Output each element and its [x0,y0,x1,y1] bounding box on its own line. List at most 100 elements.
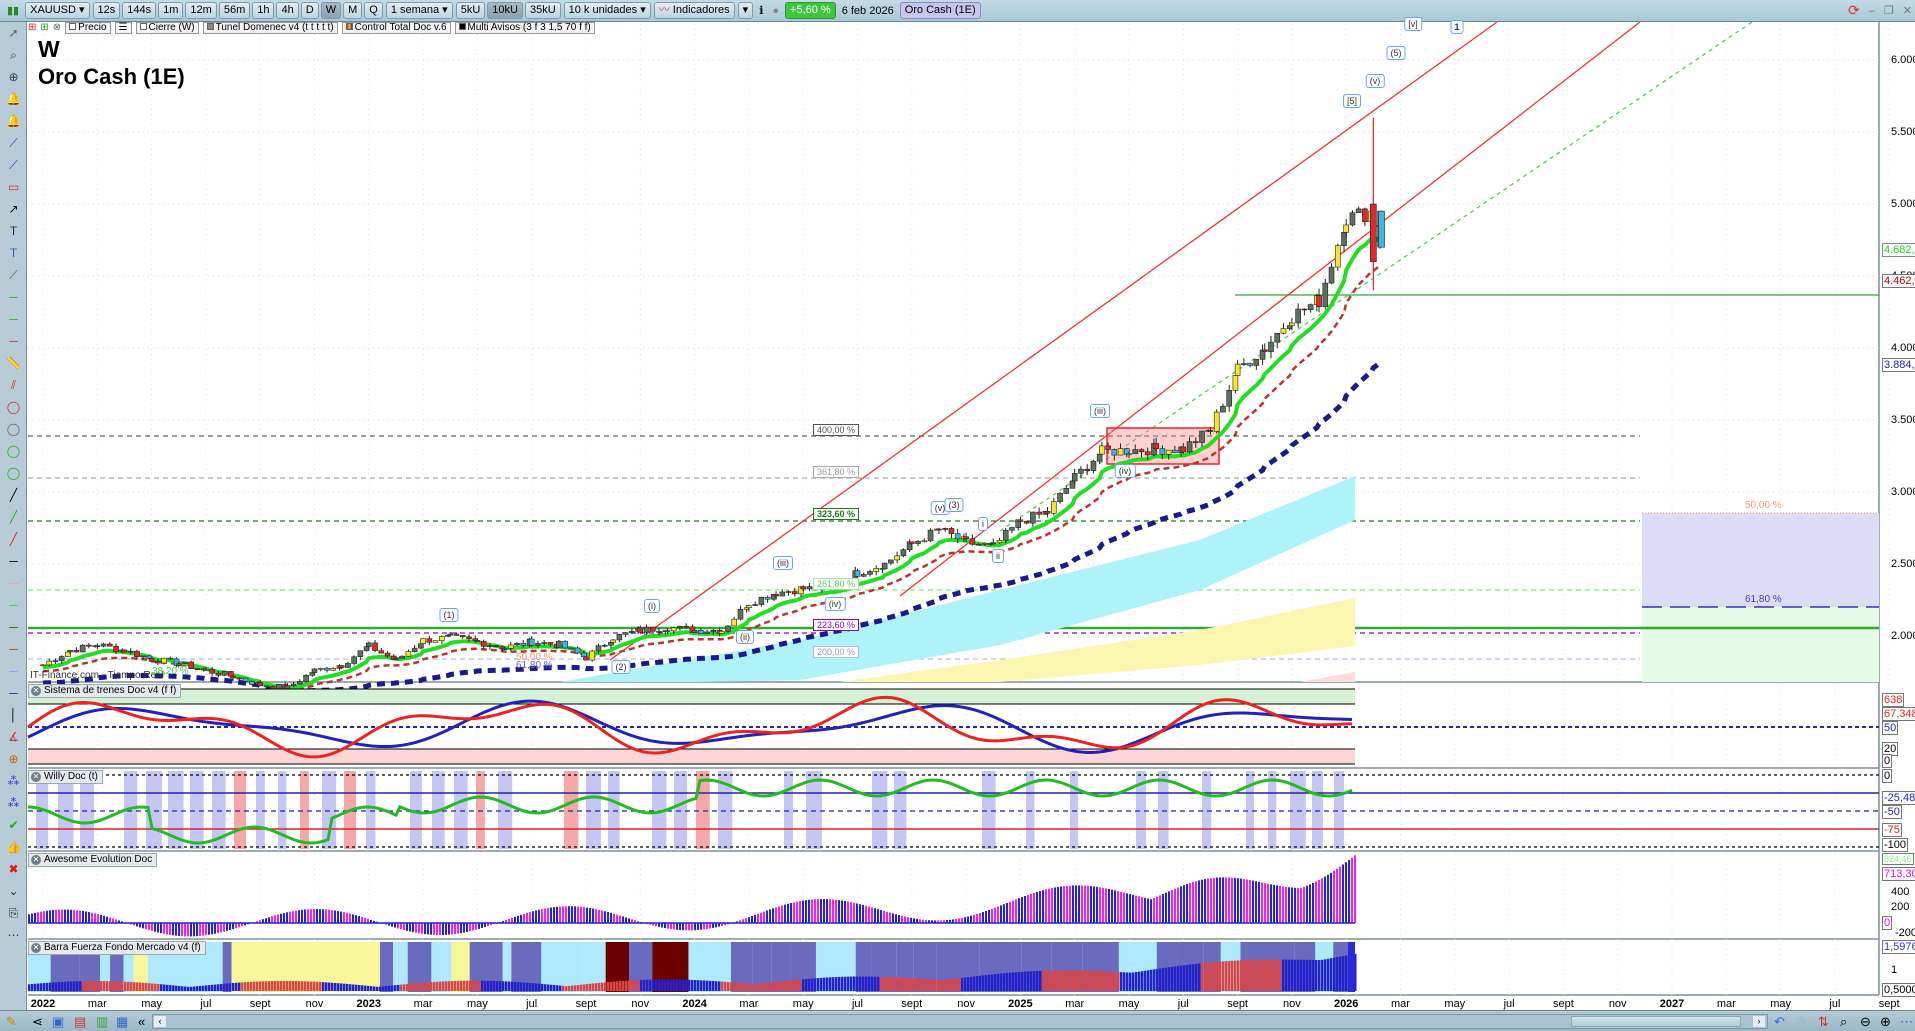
info-icon[interactable]: ℹ [756,4,766,17]
dash-pink-tool-icon[interactable]: ─ [0,572,27,594]
legend-item-price[interactable]: Precio [65,21,111,34]
redo-icon[interactable]: ↷ [1796,1014,1807,1030]
objects-tool-icon[interactable]: ⎘ [0,902,27,924]
hline-tool-icon[interactable]: ─ [0,286,27,308]
alert2-tool-icon[interactable]: 🔔 [0,110,27,132]
hline3-tool-icon[interactable]: ─ [0,330,27,352]
timeframe-m[interactable]: M [343,2,363,19]
zoom-area-tool-icon[interactable]: ⊕ [0,66,27,88]
hline2-tool-icon[interactable]: ─ [0,308,27,330]
legend-item-close[interactable]: Cierre (W) [135,21,199,34]
legend-item-multi-avisos[interactable]: Multi Avisos (3 f 3 1,5 70 f f) [454,21,595,34]
arrow-tool-icon[interactable]: ↗ [0,198,27,220]
circle-tool-icon[interactable]: ⊕ [0,748,27,770]
waves-tool-icon[interactable]: ⁂ [0,770,27,792]
line-red-tool-icon[interactable]: ╱ [0,528,27,550]
pane-header-willy[interactable]: ✕ Willy Doc (t) [28,770,103,784]
legend-item-control[interactable]: Control Total Doc v.6 [341,21,451,34]
timeframe-d[interactable]: D [300,2,319,19]
unit-35ku[interactable]: 35kU [524,2,561,19]
dash-red-tool-icon[interactable]: ─ [0,638,27,660]
close-pane-icon[interactable]: ✕ [31,943,41,953]
ellipse2-tool-icon[interactable]: ◯ [0,418,27,440]
pane-header-awesome[interactable]: ✕ Awesome Evolution Doc [28,853,158,867]
scroll-right-button[interactable]: › [1753,1016,1765,1027]
wave-label[interactable]: i [978,517,988,531]
wave-label[interactable]: [v] [1404,17,1422,31]
units-select[interactable]: 10 k unidades ▾ [563,2,651,19]
timeframe-q[interactable]: Q [364,2,383,19]
period-select[interactable]: 1 semana ▾ [385,2,453,19]
restore-icon[interactable]: ❐ [1881,4,1897,17]
expand-tool-icon[interactable]: ⌄ [0,880,27,902]
timeframe-1m[interactable]: 1m [158,2,184,19]
timeframe-144s[interactable]: 144s [122,2,157,19]
autoscale-icon[interactable]: ⇅ [1818,1014,1829,1030]
close-icon[interactable]: ✕ [1900,4,1915,17]
pane-header-barra[interactable]: ✕ Barra Fuerza Fondo Mercado v4 (f) [28,941,206,955]
zoom-in-icon[interactable]: ⊕ [1880,1014,1891,1030]
wave-label[interactable]: (iii) [773,556,793,570]
indicators-button[interactable]: 〰 Indicadores [653,2,735,19]
horizontal-scrollbar[interactable]: ‹ › [152,1014,1768,1029]
thumb-tool-icon[interactable]: 👍 [0,836,27,858]
dash-ltblue-tool-icon[interactable]: ─ [0,660,27,682]
legend-list-icon[interactable]: ☰ [114,21,132,34]
more-icon[interactable]: ⋯ [1900,1014,1913,1030]
close-pane-icon[interactable]: ✕ [31,772,41,782]
indicators-dropdown[interactable]: ▾ [737,2,754,19]
zoom-out-icon[interactable]: ⊖ [1860,1014,1871,1030]
line-black-tool-icon[interactable]: ╱ [0,484,27,506]
delete-tool-icon[interactable]: ✖ [0,858,27,880]
timeframe-4h[interactable]: 4h [276,2,299,19]
compare-icon[interactable]: ▦ [116,1014,128,1030]
pencil-icon[interactable]: ✎ [6,1014,17,1030]
wave-label[interactable]: ii [992,549,1004,563]
scrollbar-thumb[interactable] [1571,1016,1741,1027]
wave-label[interactable]: (iv) [824,597,846,611]
timeframe-56m[interactable]: 56m [218,2,251,19]
fibo-tool-icon[interactable]: ⟋ [0,132,27,154]
ellipse4-tool-icon[interactable]: ◯ [0,462,27,484]
scroll-left-button[interactable]: ‹ [154,1016,166,1027]
wave-label[interactable]: (iii) [1090,404,1110,418]
text-tool-icon[interactable]: T [0,220,27,242]
wave-label[interactable]: [5] [1342,94,1362,108]
unit-10ku[interactable]: 10kU [487,2,523,19]
ellipse3-tool-icon[interactable]: ◯ [0,440,27,462]
zoom-fit-icon[interactable]: ⌕ [1840,1014,1847,1030]
refresh-icon[interactable]: ⟳ [1845,2,1863,19]
minimize-icon[interactable]: – [1866,5,1878,17]
check-tool-icon[interactable]: ✔ [0,814,27,836]
vline-tool-icon[interactable]: │ [0,704,27,726]
wave-label[interactable]: (3) [944,498,964,512]
cursor-tool-icon[interactable]: ➚ [0,22,27,44]
ray-tool-icon[interactable]: ⟋ [0,264,27,286]
add-icon[interactable]: ⊞ [40,22,48,33]
chart-type-icon[interactable]: ▮▮ [4,4,22,17]
ruler-tool-icon[interactable]: 📏 [0,352,27,374]
wave-label[interactable]: (5) [1386,46,1406,60]
wave-label[interactable]: (iv) [1114,464,1136,478]
wave-label[interactable]: (1) [439,608,459,622]
levels-icon[interactable]: ▥ [96,1014,108,1030]
wave-label[interactable]: (2) [611,660,631,674]
timeframe-12m[interactable]: 12m [185,2,217,19]
wave-label[interactable]: (ii) [736,630,754,644]
wave-label[interactable]: (i) [644,599,660,613]
wave-label[interactable]: (v) [1365,74,1385,88]
close-pane-icon[interactable]: ✕ [31,855,41,865]
remove-icon[interactable]: ⊞ [28,22,36,33]
ellipse-tool-icon[interactable]: ◯ [0,396,27,418]
legend-item-tunel[interactable]: Tunel Domenec v4 (t t t t t) [202,21,338,34]
waves2-tool-icon[interactable]: ⁂ [0,792,27,814]
line-blue-tool-icon[interactable]: ⟋ [0,154,27,176]
close-pane-icon[interactable]: ✕ [31,686,41,696]
collapse-icon[interactable]: « [138,1014,145,1029]
alert-tool-icon[interactable]: 🔔 [0,88,27,110]
report-icon[interactable]: ▤ [74,1014,86,1030]
chart-canvas[interactable] [0,0,1915,1031]
zoom-tool-icon[interactable]: ⌕ [0,44,27,66]
channel-tool-icon[interactable]: ⫽ [0,374,27,396]
dash-dkgreen-tool-icon[interactable]: ─ [0,616,27,638]
